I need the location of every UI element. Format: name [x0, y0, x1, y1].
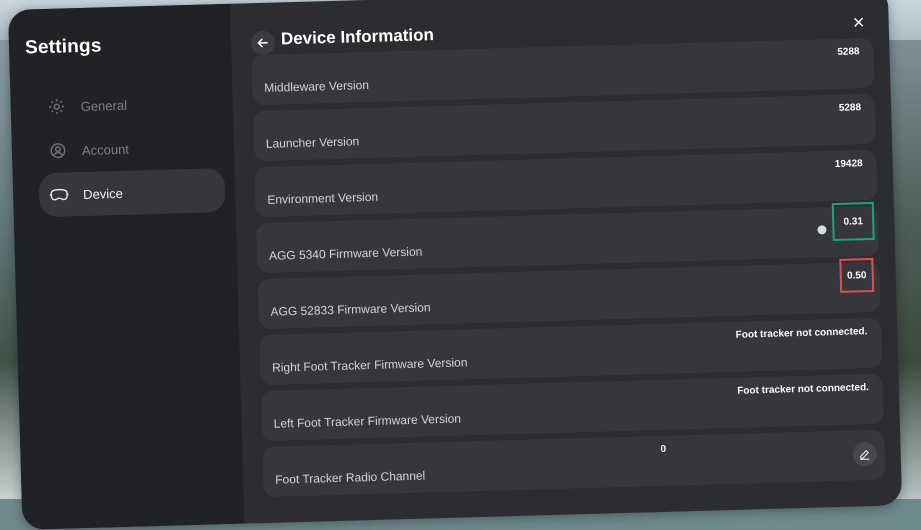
pointer-cursor [817, 225, 827, 235]
sidebar: Settings General Account Device [8, 3, 245, 530]
row-label: AGG 5340 Firmware Version [268, 244, 423, 263]
row-label: Middleware Version [264, 77, 370, 95]
pencil-icon [860, 450, 870, 460]
device-info-list: Middleware Version 5288 Launcher Version… [251, 37, 893, 503]
row-label: Foot Tracker Radio Channel [275, 468, 426, 487]
account-icon [48, 140, 69, 161]
headset-icon [49, 184, 70, 205]
edit-button[interactable] [852, 441, 878, 467]
sidebar-item-device[interactable]: Device [38, 168, 226, 218]
sidebar-item-account[interactable]: Account [37, 124, 224, 173]
info-row-agg5340: AGG 5340 Firmware Version 0.31 [256, 201, 880, 274]
highlighted-value: 0.50 [839, 257, 875, 293]
row-value: 5288 [837, 46, 860, 58]
row-label: Environment Version [267, 189, 379, 207]
info-row-agg52833: AGG 52833 Firmware Version 0.50 [257, 257, 881, 330]
row-label: Launcher Version [265, 134, 360, 151]
settings-title: Settings [24, 35, 102, 59]
sidebar-item-general[interactable]: General [36, 80, 223, 129]
highlighted-value: 0.31 [831, 201, 875, 242]
info-row-radio-channel: Foot Tracker Radio Channel 0 [262, 429, 886, 498]
row-value: Foot tracker not connected. [737, 382, 870, 397]
row-value: Foot tracker not connected. [735, 326, 868, 341]
info-row-left-foot-tracker: Left Foot Tracker Firmware Version Foot … [260, 373, 884, 442]
info-row-middleware: Middleware Version 5288 [251, 37, 875, 106]
back-arrow-icon [257, 38, 268, 48]
page-title: Device Information [280, 25, 435, 49]
back-button[interactable] [250, 30, 276, 56]
main-content: Device Information Middleware Version 52… [230, 0, 902, 524]
row-label: Left Foot Tracker Firmware Version [273, 411, 462, 431]
row-value: 5288 [838, 102, 862, 114]
row-value: 0 [660, 443, 667, 455]
gear-icon [46, 96, 67, 117]
row-label: AGG 52833 Firmware Version [270, 300, 431, 319]
row-label: Right Foot Tracker Firmware Version [271, 355, 468, 375]
close-icon [854, 17, 864, 27]
sidebar-item-label: Device [82, 185, 124, 202]
row-value: 19428 [834, 158, 863, 170]
info-row-right-foot-tracker: Right Foot Tracker Firmware Version Foot… [259, 317, 883, 386]
sidebar-item-label: General [80, 97, 128, 114]
close-button[interactable] [848, 12, 869, 33]
settings-panel: Settings General Account Device Device I… [8, 0, 903, 530]
info-row-environment: Environment Version 19428 [254, 149, 878, 218]
sidebar-item-label: Account [81, 141, 130, 158]
info-row-launcher: Launcher Version 5288 [252, 93, 877, 162]
